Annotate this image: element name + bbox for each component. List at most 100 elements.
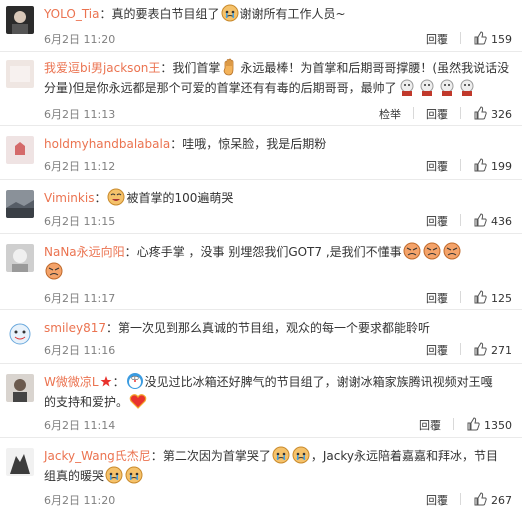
- avatar[interactable]: [6, 244, 34, 272]
- cartoon-emoji-icon: [398, 78, 416, 96]
- comment-item: Jacky_Wang氏杰尼：第二次因为首掌哭了 ，Jacky永远陪着嘉嘉和拜冰，节…: [0, 438, 522, 512]
- reply-button[interactable]: 回覆: [426, 492, 448, 508]
- thumbs-up-icon: [473, 106, 487, 120]
- avatar[interactable]: [6, 374, 34, 402]
- comment-text-continued: ，Jacky永远陪着嘉嘉和拜冰，节目: [310, 449, 498, 463]
- like-button[interactable]: 326: [473, 106, 512, 121]
- comment-separator: ：: [160, 61, 173, 75]
- comment-separator: ：: [150, 449, 163, 463]
- comment-time: 6月2日 11:16: [44, 344, 116, 357]
- like-count: 159: [491, 33, 512, 46]
- comment-item: YOLO_Tia：真的要表白节目组了 谢谢所有工作人员~ 6月2日 11:20 回…: [0, 0, 522, 52]
- username[interactable]: holdmyhandbalabala: [44, 137, 170, 151]
- comment-time: 6月2日 11:15: [44, 215, 116, 228]
- avatar[interactable]: [6, 136, 34, 164]
- reply-button[interactable]: 回覆: [419, 417, 441, 433]
- username[interactable]: 我爱逗bi男jackson王: [44, 61, 160, 75]
- angry-emoji-icon: [403, 242, 421, 260]
- divider: [460, 291, 461, 303]
- like-button[interactable]: 199: [473, 158, 512, 173]
- like-count: 267: [491, 494, 512, 507]
- reply-button[interactable]: 回覆: [426, 31, 448, 47]
- thumbs-up-icon: [473, 342, 487, 356]
- divider: [413, 107, 414, 119]
- avatar[interactable]: [6, 190, 34, 218]
- reply-button[interactable]: 回覆: [426, 290, 448, 306]
- thumbs-up-icon: [473, 213, 487, 227]
- comment-list: YOLO_Tia：真的要表白节目组了 谢谢所有工作人员~ 6月2日 11:20 回…: [0, 0, 522, 512]
- comment-separator: ：: [94, 191, 107, 205]
- reply-button[interactable]: 回覆: [426, 342, 448, 358]
- thumbs-up-icon: [473, 492, 487, 506]
- like-button[interactable]: 267: [473, 492, 512, 507]
- vip-star-badge-icon: [100, 372, 112, 390]
- comment-separator: ：: [124, 245, 137, 259]
- divider: [460, 107, 461, 119]
- comment-text: 真的要表白节目组了: [111, 7, 220, 21]
- comment-text: 心疼手掌 ，没事 别埋怨我们GOT7 ,是我们不懂事: [136, 245, 402, 259]
- comment-time: 6月2日 11:17: [44, 292, 116, 305]
- comment-text-continued: 永远最棒！为首掌和后期哥哥撑腰！(虽然我说话没: [240, 61, 510, 75]
- like-button[interactable]: 271: [473, 342, 512, 357]
- comment-text-line2: 的支持和爱护。: [44, 395, 129, 409]
- comment-text-line2: 分量)但是你永远都是那个可爱的首掌还有有毒的后期哥哥，最帅了: [44, 81, 397, 95]
- like-count: 199: [491, 160, 512, 173]
- comment-time: 6月2日 11:13: [44, 108, 116, 121]
- username[interactable]: YOLO_Tia: [44, 7, 99, 21]
- comment-separator: ：: [106, 321, 119, 335]
- username[interactable]: Jacky_Wang氏杰尼: [44, 449, 151, 463]
- like-count: 125: [491, 292, 512, 305]
- like-button[interactable]: 1350: [466, 417, 512, 432]
- like-button[interactable]: 159: [473, 31, 512, 46]
- comment-item: W微微凉L ： 没见过比冰箱还好脾气的节目组了，谢谢冰箱家族腾讯视频对王嘎 的支持和爱…: [0, 364, 522, 438]
- crying-emoji-icon: [125, 466, 143, 484]
- comment-text: 第二次因为首掌哭了: [162, 449, 271, 463]
- angry-emoji-icon: [443, 242, 461, 260]
- avatar[interactable]: [6, 448, 34, 476]
- heart-emoji-icon: [129, 392, 147, 410]
- username[interactable]: Viminkis: [44, 191, 94, 205]
- hand-emoji-icon: [221, 58, 239, 76]
- divider: [453, 418, 454, 430]
- comment-separator: ：: [112, 375, 125, 389]
- comment-text: 被首掌的100遍萌哭: [126, 191, 234, 205]
- thumbs-up-icon: [473, 290, 487, 304]
- username[interactable]: NaNa永远向阳: [44, 245, 125, 259]
- comment-text: 我们首掌: [172, 61, 221, 75]
- comment-item: smiley817：第一次见到那么真诚的节目组，观众的每一个要求都能聆听 6月2…: [0, 310, 522, 364]
- comment-item: NaNa永远向阳：心疼手掌 ，没事 别埋怨我们GOT7 ,是我们不懂事 6月2日…: [0, 234, 522, 310]
- comment-time: 6月2日 11:14: [44, 419, 116, 432]
- reply-button[interactable]: 回覆: [426, 158, 448, 174]
- avatar[interactable]: [6, 6, 34, 34]
- angry-emoji-icon: [45, 262, 63, 280]
- username[interactable]: W微微凉L: [44, 375, 99, 389]
- cartoon-emoji-icon: [458, 78, 476, 96]
- doraemon-emoji-icon: [126, 372, 144, 390]
- like-button[interactable]: 436: [473, 213, 512, 228]
- cartoon-emoji-icon: [438, 78, 456, 96]
- reply-button[interactable]: 回覆: [426, 106, 448, 122]
- thumbs-up-icon: [473, 158, 487, 172]
- username[interactable]: smiley817: [44, 321, 106, 335]
- comment-text: 哇哦，惊呆脸，我是后期粉: [182, 137, 327, 151]
- report-button[interactable]: 检举: [379, 106, 401, 122]
- reply-button[interactable]: 回覆: [426, 213, 448, 229]
- like-count: 1350: [484, 419, 512, 432]
- avatar[interactable]: [6, 320, 34, 348]
- divider: [460, 32, 461, 44]
- like-count: 271: [491, 344, 512, 357]
- divider: [460, 493, 461, 505]
- like-button[interactable]: 125: [473, 290, 512, 305]
- comment-item: 我爱逗bi男jackson王：我们首掌 永远最棒！为首掌和后期哥哥撑腰！(虽然我说…: [0, 52, 522, 126]
- angry-emoji-icon: [423, 242, 441, 260]
- comment-time: 6月2日 11:20: [44, 494, 116, 507]
- like-count: 436: [491, 215, 512, 228]
- crying-emoji-icon: [105, 466, 123, 484]
- laughing-crying-emoji-icon: [107, 188, 125, 206]
- avatar[interactable]: [6, 60, 34, 88]
- comment-time: 6月2日 11:20: [44, 33, 116, 46]
- comment-text: 第一次见到那么真诚的节目组，观众的每一个要求都能聆听: [118, 321, 431, 335]
- divider: [460, 159, 461, 171]
- like-count: 326: [491, 108, 512, 121]
- divider: [460, 343, 461, 355]
